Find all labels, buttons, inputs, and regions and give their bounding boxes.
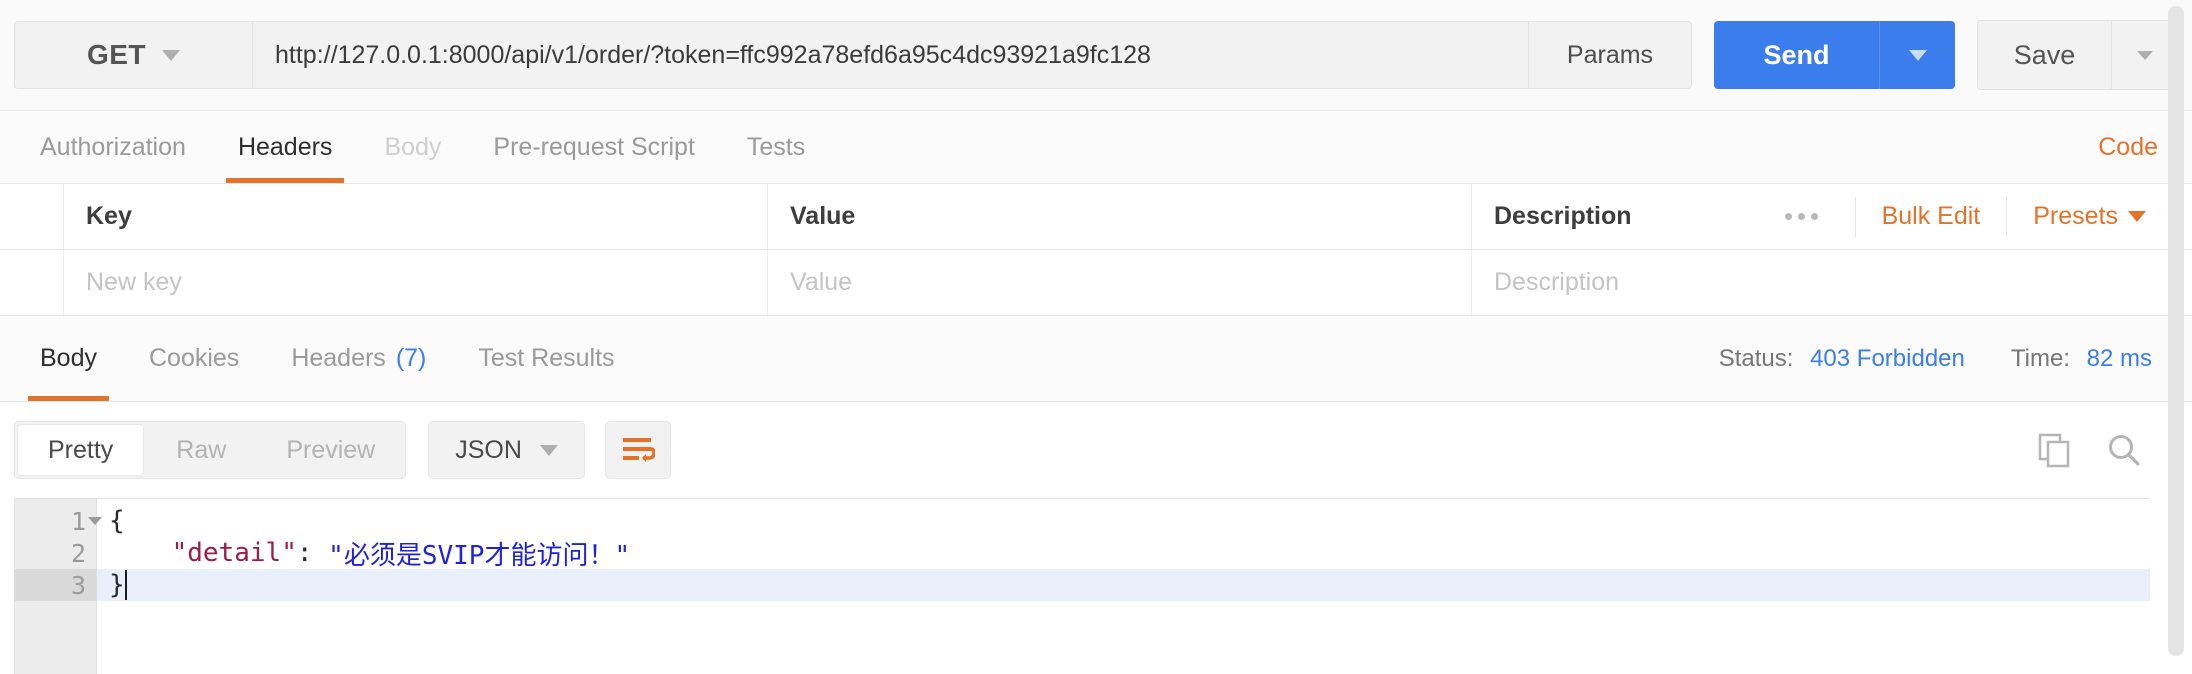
response-body-editor[interactable]: 1 2 3 { "detail": "必须是SVIP才能访问！" } — [14, 498, 2150, 674]
vertical-scrollbar[interactable] — [2168, 6, 2184, 666]
code-token-colon: : — [296, 538, 329, 568]
tab-headers[interactable]: Headers — [212, 111, 359, 183]
time-badge: Time: 82 ms — [2011, 345, 2152, 373]
status-value: 403 Forbidden — [1810, 344, 1965, 372]
scrollbar-thumb[interactable] — [2168, 6, 2184, 656]
postman-request-window: GET http://127.0.0.1:8000/api/v1/order/?… — [0, 0, 2192, 674]
code-line: "detail": "必须是SVIP才能访问！" — [97, 537, 2150, 571]
presets-label: Presets — [2033, 202, 2118, 230]
gutter-line-number[interactable]: 1 — [15, 505, 102, 537]
response-format-selector[interactable]: JSON — [428, 421, 585, 479]
status-label: Status: — [1718, 344, 1794, 372]
code-token-key: "detail" — [171, 538, 297, 568]
editor-gutter: 1 2 3 — [15, 499, 102, 674]
response-meta: Status: 403 Forbidden Time: 82 ms — [1719, 316, 2178, 401]
copy-icon — [2038, 433, 2070, 468]
presets-button[interactable]: Presets — [2007, 197, 2170, 237]
header-value-placeholder: Value — [790, 268, 853, 296]
caret-down-icon — [2128, 211, 2146, 222]
http-method-label: GET — [86, 39, 147, 70]
response-tabs: Body Cookies Headers (7) Test Results St… — [0, 316, 2192, 402]
gutter-line-3-label: 3 — [70, 570, 86, 600]
column-header-description: Description Bulk Edit Presets — [1472, 184, 2192, 249]
send-button-group: Send — [1714, 21, 1955, 89]
request-url-bar: GET http://127.0.0.1:8000/api/v1/order/?… — [0, 0, 2192, 110]
headers-table-row: New key Value Description — [0, 250, 2192, 316]
params-button[interactable]: Params — [1529, 21, 1692, 89]
code-token-punct: } — [109, 570, 125, 600]
time-label: Time: — [2010, 344, 2070, 372]
column-header-value-label: Value — [790, 202, 856, 230]
view-mode-pretty[interactable]: Pretty — [18, 425, 144, 475]
save-button[interactable]: Save — [1978, 21, 2111, 89]
code-token-punct: { — [109, 506, 125, 536]
response-tab-body[interactable]: Body — [14, 316, 123, 401]
time-value: 82 ms — [2086, 344, 2152, 372]
header-key-placeholder: New key — [86, 268, 182, 296]
tab-pre-request-script[interactable]: Pre-request Script — [467, 111, 720, 183]
response-actions — [2036, 432, 2178, 468]
response-tab-cookies[interactable]: Cookies — [123, 316, 265, 401]
status-badge: Status: 403 Forbidden — [1719, 345, 1965, 373]
text-cursor — [124, 570, 127, 600]
bulk-edit-button[interactable]: Bulk Edit — [1856, 196, 2008, 237]
response-tab-test-results[interactable]: Test Results — [452, 316, 640, 401]
response-tab-headers[interactable]: Headers (7) — [265, 316, 452, 401]
gutter-line-number[interactable]: 3 — [15, 569, 96, 601]
column-header-key-label: Key — [86, 202, 132, 230]
header-key-input[interactable]: New key — [64, 250, 768, 315]
headers-table-header-row: Key Value Description Bulk Edit Presets — [0, 184, 2192, 250]
response-headers-count: (7) — [395, 344, 427, 372]
select-all-checkbox-cell[interactable] — [0, 184, 64, 249]
word-wrap-icon — [622, 438, 655, 462]
request-url-input[interactable]: http://127.0.0.1:8000/api/v1/order/?toke… — [252, 21, 1529, 89]
tab-tests[interactable]: Tests — [721, 111, 831, 183]
header-description-placeholder: Description — [1494, 268, 1620, 296]
word-wrap-button[interactable] — [604, 421, 671, 479]
response-format-label: JSON — [455, 435, 522, 464]
headers-table-tools: Bulk Edit Presets — [1748, 184, 2170, 249]
editor-code-area[interactable]: { "detail": "必须是SVIP才能访问！" } — [97, 499, 2150, 674]
chevron-down-icon — [539, 444, 558, 456]
code-link[interactable]: Code — [2098, 111, 2178, 183]
row-checkbox-cell[interactable] — [0, 250, 64, 315]
chevron-down-icon — [2136, 50, 2153, 60]
column-header-value: Value — [768, 184, 1472, 249]
save-button-group: Save — [1977, 20, 2178, 90]
send-button[interactable]: Send — [1714, 21, 1879, 89]
chevron-down-icon — [1908, 49, 1927, 61]
header-description-input[interactable]: Description — [1472, 250, 2192, 315]
view-mode-preview[interactable]: Preview — [256, 422, 405, 478]
gutter-line-1-label: 1 — [70, 506, 86, 536]
code-line: } — [97, 569, 2150, 601]
send-options-button[interactable] — [1879, 21, 1955, 89]
gutter-line-number[interactable]: 2 — [15, 537, 96, 569]
response-view-mode-group: Pretty Raw Preview — [14, 421, 407, 479]
chevron-down-icon — [162, 49, 181, 61]
gutter-line-2-label: 2 — [70, 538, 86, 568]
headers-table: Key Value Description Bulk Edit Presets — [0, 184, 2192, 316]
column-header-description-label: Description — [1494, 202, 1632, 230]
response-tab-headers-label: Headers — [291, 344, 386, 372]
copy-button[interactable] — [2036, 432, 2072, 468]
column-header-key: Key — [64, 184, 768, 249]
tab-authorization[interactable]: Authorization — [14, 111, 212, 183]
tab-body[interactable]: Body — [358, 111, 467, 183]
response-toolbar: Pretty Raw Preview JSON — [0, 402, 2192, 498]
search-button[interactable] — [2106, 432, 2142, 468]
request-tabs: Authorization Headers Body Pre-request S… — [0, 110, 2192, 184]
ellipsis-icon[interactable] — [1748, 196, 1856, 237]
search-icon — [2109, 435, 2140, 466]
header-value-input[interactable]: Value — [768, 250, 1472, 315]
code-token-string: "必须是SVIP才能访问！" — [328, 540, 631, 571]
http-method-selector[interactable]: GET — [14, 21, 252, 89]
view-mode-raw[interactable]: Raw — [146, 422, 256, 478]
code-line: { — [97, 505, 2150, 537]
